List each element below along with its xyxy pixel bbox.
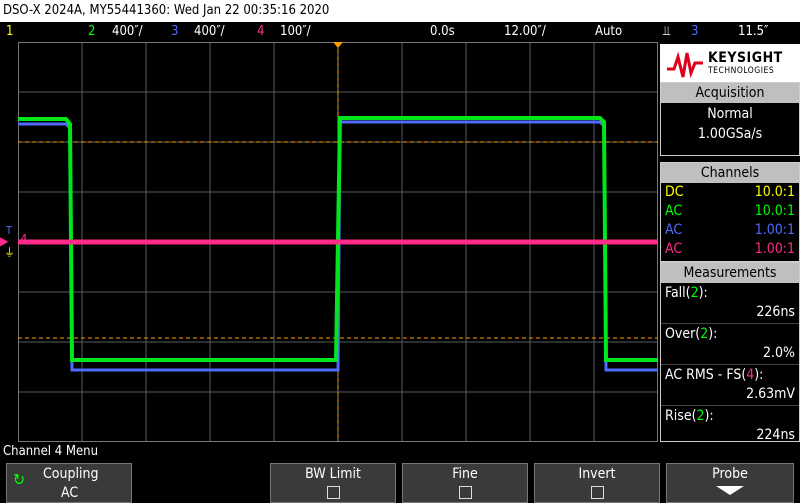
channel-row: DC 10.0:1 xyxy=(661,183,799,202)
channel-4-probe: 1.00:1 xyxy=(754,241,795,257)
ch3-number[interactable]: 3 xyxy=(171,22,178,42)
acquisition-box[interactable]: Acquisition Normal 1.00GSa/s xyxy=(660,82,800,156)
side-panel: KEYSIGHT TECHNOLOGIES Acquisition Normal… xyxy=(660,44,800,443)
ch2-number[interactable]: 2 xyxy=(88,22,95,42)
ch4-scale[interactable]: 100″/ xyxy=(280,22,311,42)
trigger-source[interactable]: 3 xyxy=(691,22,698,42)
measurement-item: Rise(2): 224ns xyxy=(665,408,795,443)
coupling-value: AC xyxy=(61,485,79,501)
bw-limit-softkey[interactable]: BW Limit xyxy=(270,463,396,503)
ch3-scale[interactable]: 400″/ xyxy=(194,22,225,42)
channels-box[interactable]: Channels DC 10.0:1 AC 10.0:1 AC 1.00:1 A… xyxy=(660,162,800,262)
title-bar: DSO-X 2024A, MY55441360: Wed Jan 22 00:3… xyxy=(0,0,800,22)
channel-row: AC 10.0:1 xyxy=(661,202,799,221)
measurement-value: 226ns xyxy=(756,304,795,320)
channel-row: AC 1.00:1 xyxy=(661,221,799,240)
channels-header: Channels xyxy=(661,163,799,183)
fine-checkbox[interactable] xyxy=(458,486,472,499)
channel-4-coupling: AC xyxy=(665,241,683,257)
measurement-item: Fall(2): 226ns xyxy=(661,283,799,324)
invert-softkey[interactable]: Invert xyxy=(534,463,660,503)
coupling-label: Coupling xyxy=(43,466,99,482)
softkey-rotate-icon: ↻ xyxy=(13,470,26,489)
invert-label: Invert xyxy=(578,466,616,482)
fine-softkey[interactable]: Fine xyxy=(402,463,528,503)
submenu-arrow-icon xyxy=(716,486,744,495)
menu-title: Channel 4 Menu xyxy=(3,444,99,459)
ch1-number[interactable]: 1 xyxy=(6,22,13,42)
ch4-ground-label: 4 xyxy=(20,233,28,248)
acquisition-rate: 1.00GSa/s xyxy=(697,126,763,142)
keysight-wave-icon xyxy=(667,51,703,79)
bw-limit-checkbox[interactable] xyxy=(326,486,340,499)
measurements-header: Measurements xyxy=(661,263,799,283)
measurements-box[interactable]: Measurements Fall(2): 226ns Over(2): 2.0… xyxy=(660,262,800,443)
invert-checkbox[interactable] xyxy=(590,486,604,499)
logo-brand: KEYSIGHT xyxy=(708,50,783,66)
bw-limit-label: BW Limit xyxy=(305,466,361,482)
trigger-edge-icon: ⫫ xyxy=(663,24,671,39)
keysight-logo: KEYSIGHT TECHNOLOGIES xyxy=(660,44,800,82)
delay-readout[interactable]: 0.0s xyxy=(430,22,455,42)
acquisition-mode: Normal xyxy=(707,106,753,122)
ch2-scale[interactable]: 400″/ xyxy=(112,22,143,42)
channel-row: AC 1.00:1 xyxy=(661,240,799,259)
measurement-item: Over(2): 2.0% xyxy=(661,324,799,365)
trigger-level[interactable]: 11.5″ xyxy=(738,22,768,42)
trigger-position-icon xyxy=(333,42,343,48)
logo-sub: TECHNOLOGIES xyxy=(708,66,775,76)
channel-1-probe: 10.0:1 xyxy=(754,184,795,200)
ground-symbol-icon: ⏚ xyxy=(4,246,15,259)
waveform-display[interactable] xyxy=(18,42,658,442)
probe-softkey[interactable]: Probe xyxy=(666,463,794,503)
status-row: 1 2 400″/ 3 400″/ 4 100″/ 0.0s 12.00″/ A… xyxy=(0,22,800,42)
trigger-mode[interactable]: Auto xyxy=(595,22,622,42)
channel-3-coupling: AC xyxy=(665,222,683,238)
acquisition-header: Acquisition xyxy=(661,83,799,103)
measurement-value: 2.0% xyxy=(763,345,795,361)
channel-2-probe: 10.0:1 xyxy=(754,203,795,219)
probe-label: Probe xyxy=(712,466,748,482)
ch4-number[interactable]: 4 xyxy=(257,22,264,42)
measurement-value: 2.63mV xyxy=(746,386,795,402)
channel-2-trace xyxy=(18,116,658,362)
timebase-readout[interactable]: 12.00″/ xyxy=(504,22,546,42)
fine-label: Fine xyxy=(452,466,478,482)
measurement-value: 224ns xyxy=(756,427,795,443)
coupling-softkey[interactable]: ↻ Coupling AC xyxy=(6,463,132,503)
channel-2-coupling: AC xyxy=(665,203,683,219)
channel-1-coupling: DC xyxy=(665,184,684,200)
measurement-item: AC RMS - FS(4): 2.63mV xyxy=(661,365,799,406)
channel-3-probe: 1.00:1 xyxy=(754,222,795,238)
